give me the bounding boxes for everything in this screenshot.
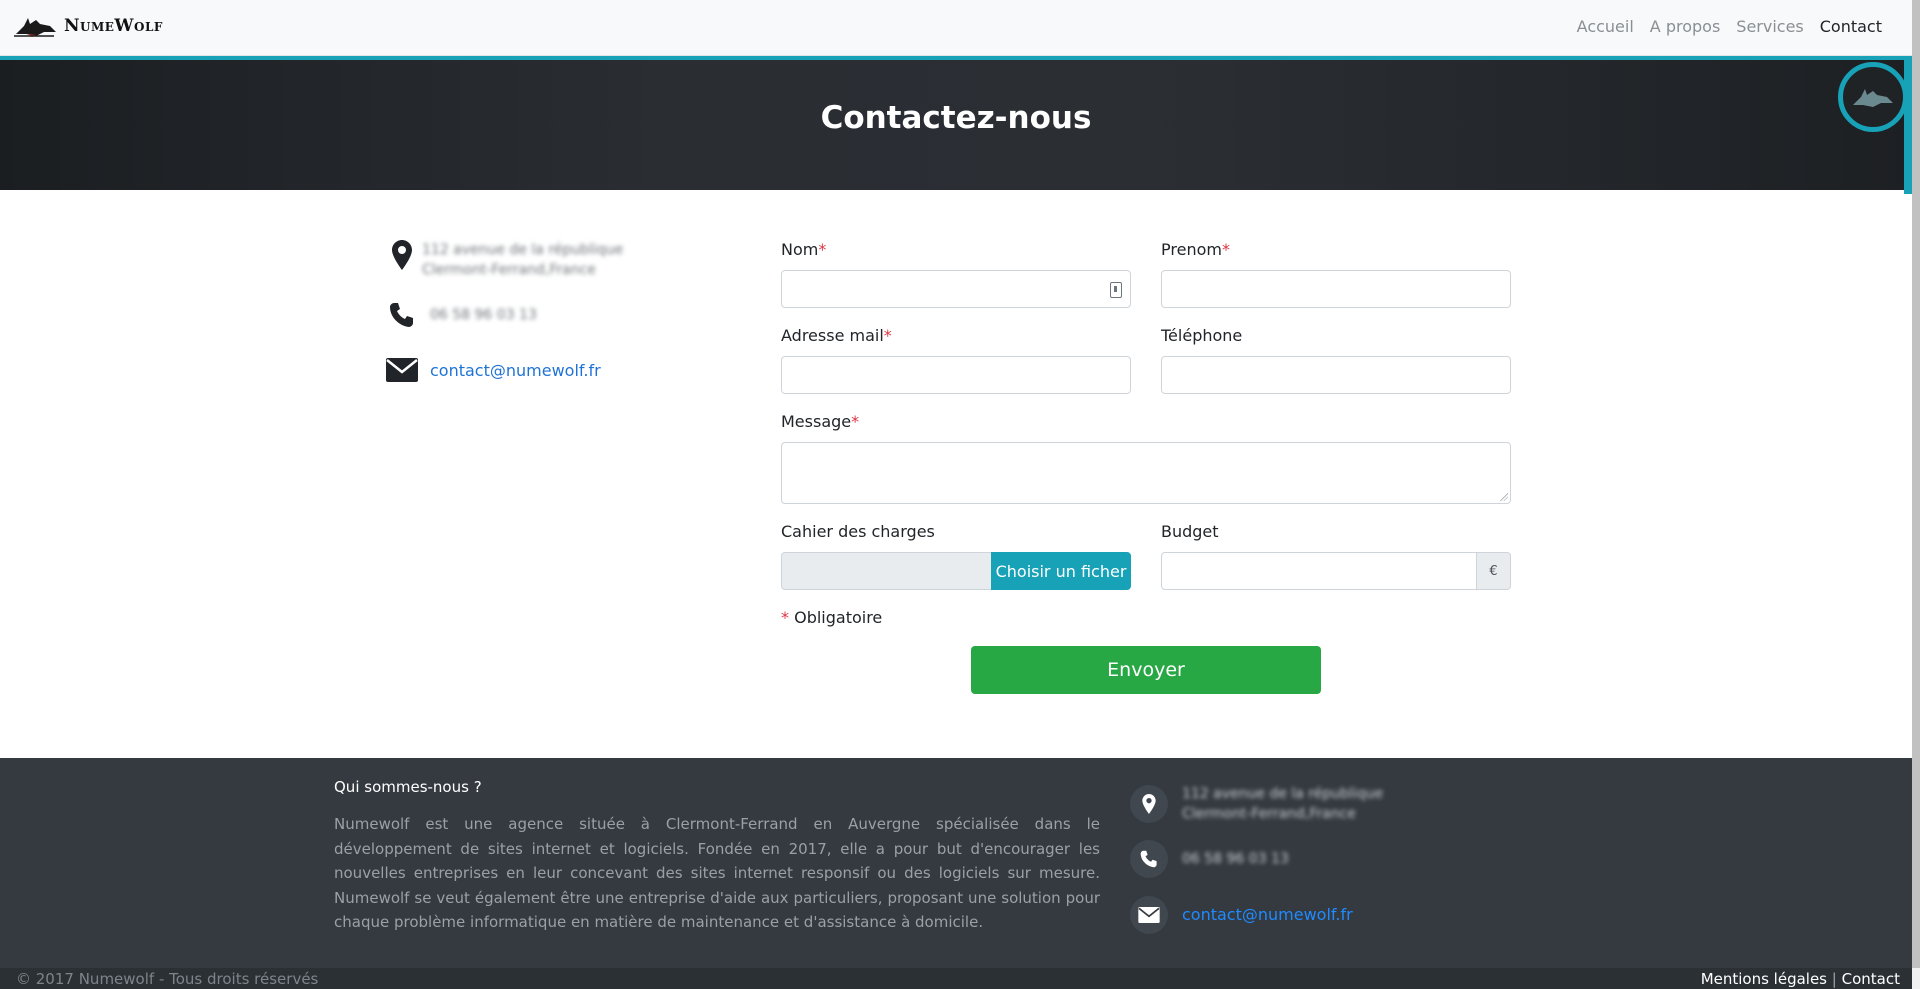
page-header-banner: Contactez-nous xyxy=(0,56,1912,194)
file-name-field[interactable] xyxy=(781,552,992,590)
autofill-icon[interactable] xyxy=(1110,282,1122,298)
footer-phone-row: 06 58 96 03 13 xyxy=(1130,840,1383,878)
envelope-icon xyxy=(382,358,422,382)
bottom-links: Mentions légales | Contact xyxy=(1701,970,1900,988)
brand-name: NumeWolf xyxy=(64,16,163,36)
wolf-badge-icon xyxy=(1838,62,1908,132)
message-label: Message* xyxy=(781,412,859,431)
nav-item-a-propos[interactable]: A propos xyxy=(1650,17,1720,36)
envelope-icon xyxy=(1130,896,1168,934)
footer-email-link[interactable]: contact@numewolf.fr xyxy=(1182,905,1353,925)
budget-input[interactable] xyxy=(1161,552,1477,590)
page-title: Contactez-nous xyxy=(820,100,1092,136)
required-marker: * xyxy=(1221,240,1230,259)
bottom-bar: © 2017 Numewolf - Tous droits réservés M… xyxy=(0,968,1912,989)
footer-address-line-2: Clermont-Ferrand,France xyxy=(1182,806,1356,822)
required-note-text: Obligatoire xyxy=(794,608,883,627)
footer-address-text: 112 avenue de la république Clermont-Fer… xyxy=(1182,784,1383,824)
copyright: © 2017 Numewolf - Tous droits réservés xyxy=(16,970,319,988)
required-marker: * xyxy=(851,412,860,431)
prenom-input[interactable] xyxy=(1161,270,1511,308)
budget-label: Budget xyxy=(1161,522,1219,541)
nom-input[interactable] xyxy=(781,270,1131,308)
wolf-logo-icon xyxy=(1853,89,1893,107)
phone-icon xyxy=(382,302,422,328)
footer-email-row: contact@numewolf.fr xyxy=(1130,896,1383,934)
map-marker-icon xyxy=(382,240,422,270)
nav-menu: Accueil A propos Services Contact xyxy=(1577,17,1882,36)
navbar: NumeWolf Accueil A propos Services Conta… xyxy=(0,0,1912,56)
scrollbar-thumb[interactable] xyxy=(1912,0,1920,968)
address-line-1: 112 avenue de la république xyxy=(422,242,624,258)
address-line-2: Clermont-Ferrand,France xyxy=(422,262,596,278)
map-marker-icon xyxy=(1130,785,1168,823)
footer-phone-text: 06 58 96 03 13 xyxy=(1182,851,1289,867)
message-textarea[interactable] xyxy=(781,442,1511,504)
choose-file-button[interactable]: Choisir un ficher xyxy=(991,552,1131,590)
phone-icon xyxy=(1130,840,1168,878)
telephone-input[interactable] xyxy=(1161,356,1511,394)
nav-item-contact[interactable]: Contact xyxy=(1820,17,1882,36)
cahier-label: Cahier des charges xyxy=(781,522,935,541)
contact-info: 112 avenue de la république Clermont-Fer… xyxy=(382,240,742,402)
brand[interactable]: NumeWolf xyxy=(14,12,163,40)
nom-label: Nom* xyxy=(781,240,826,259)
euro-addon: € xyxy=(1476,552,1511,590)
required-marker: * xyxy=(883,326,892,345)
footer-address-line-1: 112 avenue de la république xyxy=(1182,786,1384,802)
prenom-label-text: Prenom xyxy=(1161,240,1222,259)
nom-label-text: Nom xyxy=(781,240,819,259)
address-row: 112 avenue de la république Clermont-Fer… xyxy=(382,240,742,280)
telephone-label: Téléphone xyxy=(1161,326,1243,345)
footer-contact-link[interactable]: Contact xyxy=(1842,970,1900,988)
phone-row: 06 58 96 03 13 xyxy=(382,302,742,328)
footer-description: Numewolf est une agence située à Clermon… xyxy=(334,815,1100,931)
required-marker: * xyxy=(818,240,827,259)
wolf-logo-icon xyxy=(14,18,56,37)
resize-handle[interactable] xyxy=(1500,493,1508,501)
footer-contact-info: 112 avenue de la république Clermont-Fer… xyxy=(1130,784,1383,950)
link-separator: | xyxy=(1831,970,1837,988)
email-link[interactable]: contact@numewolf.fr xyxy=(430,361,601,380)
email-label: Adresse mail* xyxy=(781,326,892,345)
email-row: contact@numewolf.fr xyxy=(382,358,742,382)
nav-item-accueil[interactable]: Accueil xyxy=(1577,17,1634,36)
email-input[interactable] xyxy=(781,356,1131,394)
required-note: * Obligatoire xyxy=(781,608,882,627)
message-label-text: Message xyxy=(781,412,852,431)
page: NumeWolf Accueil A propos Services Conta… xyxy=(0,0,1920,989)
submit-button[interactable]: Envoyer xyxy=(971,646,1321,694)
email-label-text: Adresse mail xyxy=(781,326,884,345)
address-text: 112 avenue de la république Clermont-Fer… xyxy=(422,240,623,280)
nav-item-services[interactable]: Services xyxy=(1736,17,1803,36)
required-marker: * xyxy=(781,608,789,627)
prenom-label: Prenom* xyxy=(1161,240,1230,259)
footer: Qui sommes-nous ? Numewolf est une agenc… xyxy=(0,758,1912,968)
phone-text: 06 58 96 03 13 xyxy=(430,307,537,323)
scrollbar[interactable] xyxy=(1912,0,1920,989)
legal-link[interactable]: Mentions légales xyxy=(1701,970,1827,988)
footer-title: Qui sommes-nous ? xyxy=(334,778,482,796)
footer-address-row: 112 avenue de la république Clermont-Fer… xyxy=(1130,784,1383,824)
